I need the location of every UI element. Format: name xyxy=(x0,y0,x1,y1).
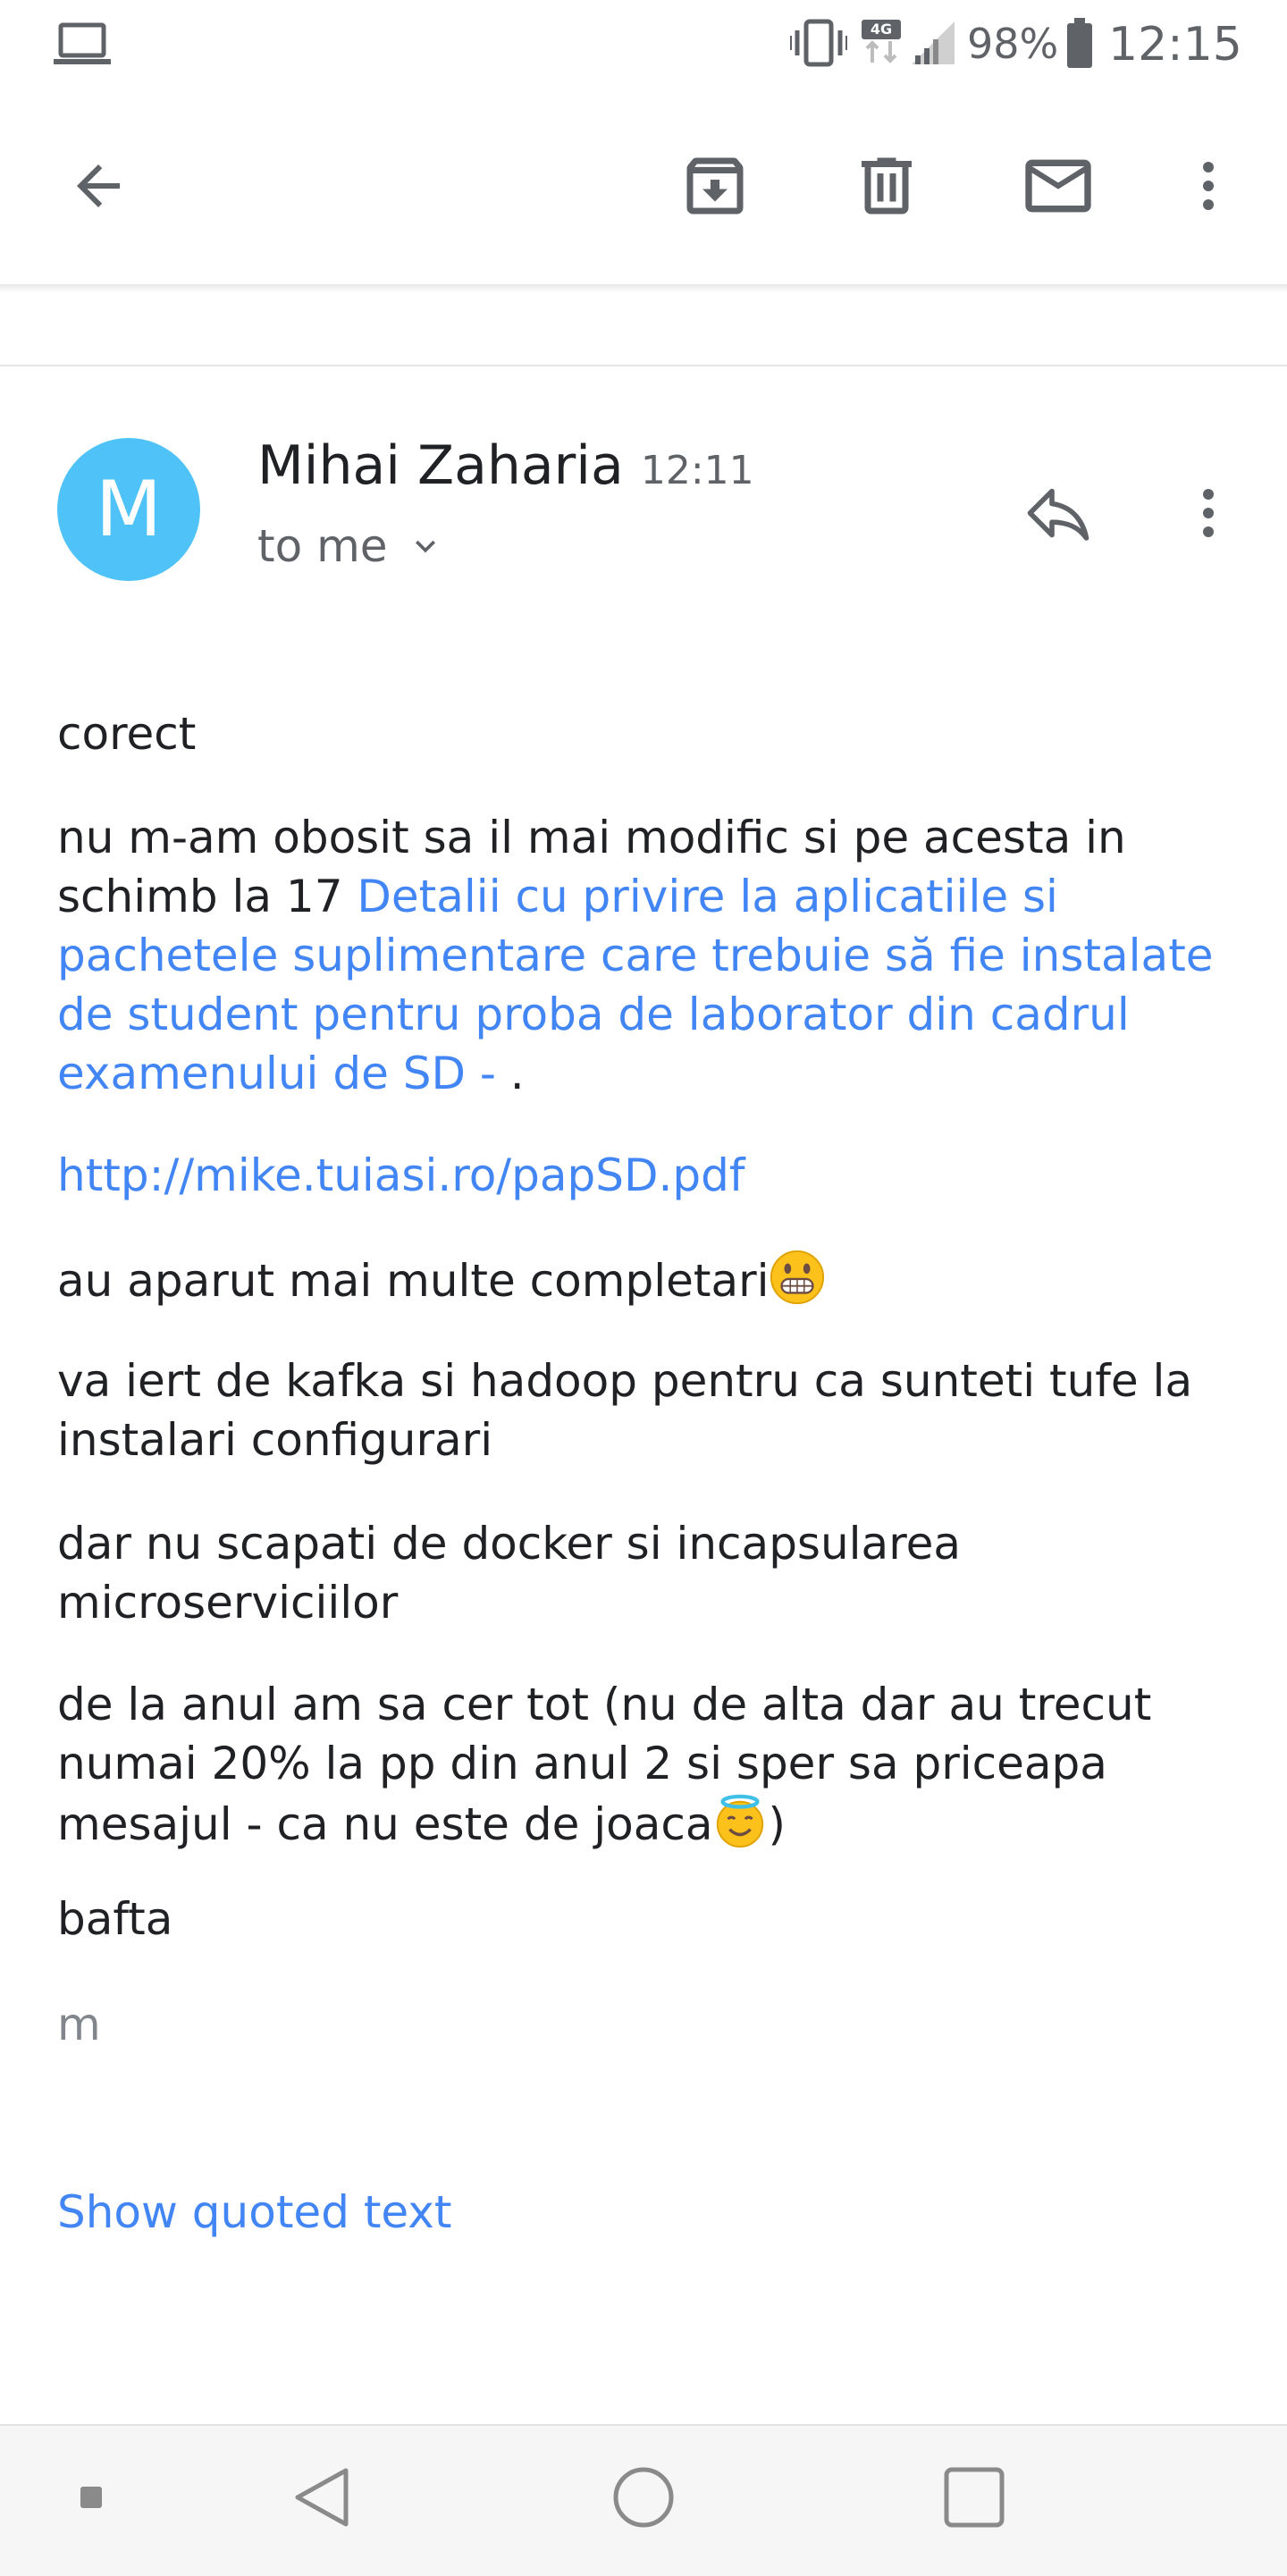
show-quoted-text-link[interactable]: Show quoted text xyxy=(57,2183,452,2242)
body-paragraph: de la anul am sa cer tot (nu de alta dar… xyxy=(57,1675,1219,1854)
body-text: . xyxy=(509,1048,525,1099)
laptop-icon xyxy=(54,22,111,64)
smiling-face-with-halo-emoji-icon xyxy=(717,1794,764,1848)
delete-icon xyxy=(862,157,912,215)
back-arrow-icon xyxy=(77,164,120,207)
message-more-button[interactable] xyxy=(1155,459,1262,567)
url-link[interactable]: http://mike.tuiasi.ro/papSD.pdf xyxy=(57,1149,744,1201)
message-time: 12:11 xyxy=(640,448,754,493)
body-text: ) xyxy=(768,1798,786,1850)
nav-home-button[interactable] xyxy=(590,2444,697,2551)
grinning-face-emoji-icon xyxy=(770,1250,824,1305)
body-paragraph: nu m-am obosit sa il mai modific si pe a… xyxy=(57,808,1219,1103)
chevron-down-icon xyxy=(415,540,435,553)
nav-recents-button[interactable] xyxy=(921,2444,1028,2551)
body-paragraph: bafta xyxy=(57,1893,173,1945)
signature: m xyxy=(57,1999,101,2050)
signal-icon xyxy=(912,21,955,64)
body-paragraph: corect xyxy=(57,708,197,760)
delete-button[interactable] xyxy=(833,132,940,240)
body-text: au aparut mai multe completari xyxy=(57,1255,770,1307)
body-paragraph: dar nu scapati de docker si incapsularea… xyxy=(57,1518,962,1629)
reply-icon xyxy=(1027,488,1089,541)
more-options-button[interactable] xyxy=(1155,132,1262,240)
body-paragraph: au aparut mai multe completari xyxy=(57,1250,1219,1310)
battery-icon xyxy=(1067,18,1092,68)
square-recents-icon xyxy=(944,2467,1005,2528)
clock: 12:15 xyxy=(1108,18,1242,72)
nav-back-button[interactable] xyxy=(268,2444,375,2551)
recipient-label: to me xyxy=(257,520,388,572)
mark-unread-button[interactable] xyxy=(1005,132,1112,240)
back-button[interactable] xyxy=(45,132,152,240)
sender-line: Mihai Zaharia 12:11 xyxy=(257,434,754,497)
archive-icon xyxy=(686,157,744,215)
toolbar-divider xyxy=(0,284,1287,293)
more-vert-icon xyxy=(1203,489,1214,537)
nav-dot-button[interactable] xyxy=(55,2444,127,2551)
recipient-toggle[interactable]: to me xyxy=(257,520,445,572)
circle-home-icon xyxy=(613,2467,674,2528)
sender-name[interactable]: Mihai Zaharia xyxy=(257,434,624,497)
network-type-icon: 4G xyxy=(862,20,901,66)
triangle-back-icon xyxy=(295,2468,349,2527)
divider xyxy=(0,365,1287,366)
avatar[interactable]: M xyxy=(57,438,200,581)
reply-button[interactable] xyxy=(1005,459,1112,567)
mail-icon xyxy=(1025,159,1091,213)
archive-button[interactable] xyxy=(661,132,769,240)
body-paragraph: va iert de kafka si hadoop pentru ca sun… xyxy=(57,1355,1193,1466)
body-paragraph: http://mike.tuiasi.ro/papSD.pdf xyxy=(57,1146,1219,1205)
vibrate-icon xyxy=(790,19,847,67)
more-vert-icon xyxy=(1203,162,1214,210)
battery-percent: 98% xyxy=(967,20,1059,68)
system-navigation-bar xyxy=(0,2424,1287,2576)
square-dot-icon xyxy=(80,2487,102,2508)
body-text: de la anul am sa cer tot (nu de alta dar… xyxy=(57,1679,1152,1850)
